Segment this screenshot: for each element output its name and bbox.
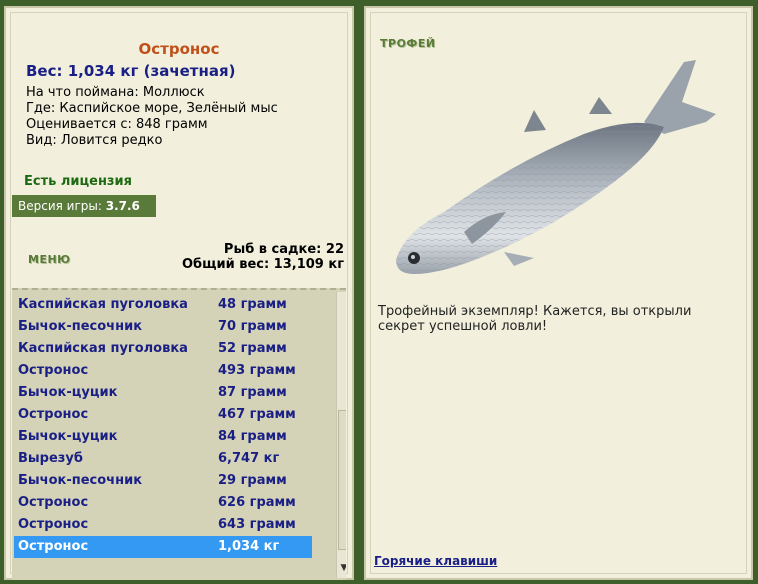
catch-weight: 87 грамм [218,385,287,400]
fish-location: Где: Каспийское море, Зелёный мыс [26,101,278,116]
catch-row[interactable]: Остронос 493 грамм [14,360,312,382]
scrollbar[interactable]: ▼ [336,292,346,578]
fish-bait: На что поймана: Моллюск [26,85,205,100]
fish-title: Остронос [138,40,220,58]
catch-row[interactable]: Бычок-песочник 70 грамм [14,316,312,338]
catch-row[interactable]: Бычок-песочник 29 грамм [14,470,312,492]
catch-name: Каспийская пуголовка [18,297,188,312]
catch-weight: 29 грамм [218,473,287,488]
catch-name: Остронос [18,407,89,422]
left-panel: Остронос Вес: 1,034 кг (зачетная) На что… [4,6,354,580]
fish-rated-from: Оценивается с: 848 грамм [26,117,208,132]
scroll-thumb[interactable] [338,410,346,550]
catch-name: Остронос [18,363,89,378]
catch-weight: 493 грамм [218,363,296,378]
version-label: Версия игры: [18,199,102,213]
catch-weight: 626 грамм [218,495,296,510]
catch-weight: 70 грамм [218,319,287,334]
fish-count: Рыб в садке: 22 [223,242,344,257]
version-value: 3.7.6 [105,199,140,213]
catch-name: Вырезуб [18,451,83,466]
catch-weight: 1,034 кг [218,539,280,554]
catch-row[interactable]: Бычок-цуцик 84 грамм [14,426,312,448]
fish-image [396,60,716,274]
catch-name: Бычок-песочник [18,473,143,488]
catch-name: Остронос [18,517,89,532]
trophy-text: Трофейный экземпляр! Кажется, вы открыли… [378,304,692,334]
catch-name: Бычок-цуцик [18,385,118,400]
catch-row[interactable]: Остронос 643 грамм [14,514,312,536]
fish-weight: Вес: 1,034 кг (зачетная) [26,62,236,80]
catch-weight: 643 грамм [218,517,296,532]
catch-row[interactable]: Остронос 626 грамм [14,492,312,514]
catch-weight: 48 грамм [218,297,287,312]
catch-row[interactable]: Бычок-цуцик 87 грамм [14,382,312,404]
catch-name: Бычок-цуцик [18,429,118,444]
catch-weight: 6,747 кг [218,451,280,466]
catch-name: Каспийская пуголовка [18,341,188,356]
menu-button[interactable]: МЕНЮ [28,253,71,266]
catch-row[interactable]: Каспийская пуголовка 52 грамм [14,338,312,360]
fish-kind: Вид: Ловится редко [26,133,163,148]
version-bar: Версия игры: 3.7.6 [12,195,156,217]
catch-row[interactable]: Каспийская пуголовка 48 грамм [14,294,312,316]
trophy-label: ТРОФЕЙ [380,37,436,50]
total-weight: Общий вес: 13,109 кг [181,257,344,272]
catch-weight: 467 грамм [218,407,296,422]
catch-name: Остронос [18,495,89,510]
scroll-down-icon[interactable]: ▼ [338,562,346,574]
catch-row[interactable]: Вырезуб 6,747 кг [14,448,312,470]
catch-list[interactable]: Каспийская пуголовка 48 грамм Бычок-песочн… [12,288,346,580]
hotkeys-link[interactable]: Горячие клавиши [374,554,497,568]
catch-weight: 52 грамм [218,341,287,356]
catch-weight: 84 грамм [218,429,287,444]
catch-name: Бычок-песочник [18,319,143,334]
license-status: Есть лицензия [24,174,132,189]
catch-row[interactable]: Остронос 467 грамм [14,404,312,426]
right-panel: ТРОФЕЙ Трофейный экземпляр! Кажется, вы … [364,6,753,580]
catch-row[interactable]: Остронос 1,034 кг [14,536,312,558]
catch-name: Остронос [18,539,89,554]
